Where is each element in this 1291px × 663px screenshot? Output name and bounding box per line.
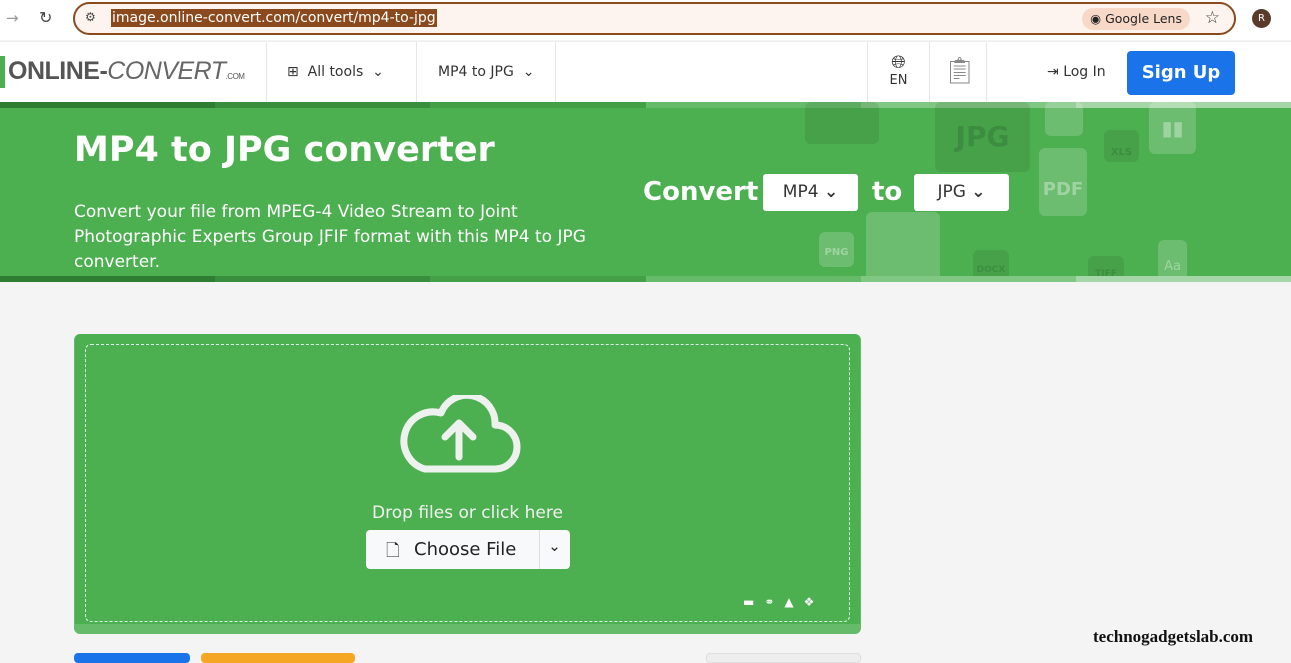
dropbox-icon[interactable]: ❖ — [804, 595, 825, 609]
forward-icon[interactable]: → — [6, 9, 19, 27]
page-title: MP4 to JPG converter — [74, 130, 495, 170]
login-link[interactable]: ⇥ Log In — [1047, 64, 1106, 80]
bookmark-star-icon[interactable]: ☆ — [1205, 8, 1220, 28]
google-lens-button[interactable]: ◉ Google Lens — [1082, 8, 1190, 30]
page-description: Convert your file from MPEG-4 Video Stre… — [74, 202, 586, 272]
to-format-value: JPG — [937, 182, 966, 202]
logo-suffix: .COM — [225, 72, 245, 81]
drop-files-text: Drop files or click here — [372, 503, 563, 523]
divider — [986, 42, 987, 103]
google-drive-icon[interactable]: ▲ — [784, 595, 803, 609]
current-tool-menu[interactable]: MP4 to JPG ⌄ — [438, 64, 534, 80]
url-text[interactable]: image.online-convert.com/convert/mp4-to-… — [111, 9, 437, 27]
logo-main: ONLINE- — [8, 57, 108, 85]
to-label: to — [872, 177, 903, 207]
source-icons: ▬⚭▲❖ — [743, 595, 824, 609]
site-header: ONLINE-CONVERT.COM ⊞ All tools ⌄ MP4 to … — [0, 41, 1291, 103]
logo[interactable]: ONLINE-CONVERT.COM — [8, 57, 245, 86]
folder-icon[interactable]: ▬ — [743, 595, 764, 609]
email-bg-icon — [805, 102, 879, 144]
jpg-bg-icon: JPG — [935, 102, 1030, 172]
xls-bg-icon: XLS — [1104, 130, 1139, 162]
signup-button[interactable]: Sign Up — [1127, 51, 1235, 95]
lens-label: Google Lens — [1105, 11, 1182, 26]
top-stripe — [0, 102, 1291, 108]
pdf-bg-icon: PDF — [1039, 148, 1087, 216]
language-label: EN — [889, 73, 908, 88]
chevron-down-icon: ⌄ — [522, 64, 535, 80]
cloud-upload-icon — [400, 395, 521, 473]
chevron-down-icon: ⌄ — [372, 64, 384, 80]
all-tools-menu[interactable]: ⊞ All tools ⌄ — [287, 64, 384, 80]
link-icon[interactable]: ⚭ — [764, 595, 784, 609]
address-bar[interactable]: ⚙ image.online-convert.com/convert/mp4-t… — [73, 2, 1236, 35]
drop-zone-border: Drop files or click here 🗋 Choose File ⌄… — [85, 344, 850, 622]
clipboard-history-icon[interactable]: 📋︎ — [943, 56, 976, 86]
logo-mark — [0, 56, 5, 88]
bottom-stripe — [0, 276, 1291, 282]
chart-bg-icon: ▮▮ — [1149, 102, 1196, 154]
login-label: Log In — [1063, 64, 1106, 80]
divider — [555, 42, 556, 103]
choose-file-button[interactable]: 🗋 Choose File ⌄ — [366, 530, 570, 569]
to-format-select[interactable]: JPG ⌄ — [914, 174, 1009, 211]
chevron-down-icon: ⌄ — [823, 182, 839, 202]
secondary-button[interactable] — [201, 653, 355, 663]
from-format-value: MP4 — [782, 182, 819, 202]
convert-label: Convert — [643, 177, 759, 207]
start-button[interactable] — [74, 653, 190, 663]
login-icon: ⇥ — [1047, 64, 1059, 80]
reload-icon[interactable]: ↻ — [39, 8, 52, 27]
profile-avatar[interactable]: R — [1252, 9, 1271, 28]
image-bg-icon — [1045, 102, 1083, 136]
chevron-down-icon[interactable]: ⌄ — [539, 537, 570, 555]
logo-accent: CONVERT — [107, 57, 226, 85]
divider — [266, 42, 267, 103]
current-tool-label: MP4 to JPG — [438, 64, 514, 80]
browser-toolbar: → ↻ ⚙ image.online-convert.com/convert/m… — [0, 0, 1291, 40]
hero-banner: JPG XLS ▮▮ PDF PNG DOCX TIFF Aa MP4 to J… — [0, 102, 1291, 282]
file-add-icon: 🗋 — [386, 541, 400, 561]
font-bg-icon: Aa — [1158, 240, 1187, 280]
chevron-down-icon: ⌄ — [971, 182, 986, 202]
divider — [416, 42, 417, 103]
language-selector[interactable]: 🌐︎ EN — [868, 52, 929, 88]
divider — [929, 42, 930, 103]
png-bg-icon: PNG — [819, 232, 854, 267]
watermark: technogadgetslab.com — [1093, 627, 1254, 646]
file-bg-icon — [866, 212, 940, 282]
options-button[interactable] — [706, 653, 861, 663]
from-format-select[interactable]: MP4 ⌄ — [763, 174, 858, 211]
all-tools-label: All tools — [307, 64, 364, 80]
globe-icon: 🌐︎ — [891, 52, 906, 73]
file-drop-zone[interactable]: Drop files or click here 🗋 Choose File ⌄… — [74, 334, 861, 634]
grid-icon: ⊞ — [287, 64, 299, 80]
site-settings-icon[interactable]: ⚙ — [85, 10, 96, 24]
choose-file-label: Choose File — [414, 539, 517, 560]
lens-icon: ◉ — [1090, 11, 1106, 26]
